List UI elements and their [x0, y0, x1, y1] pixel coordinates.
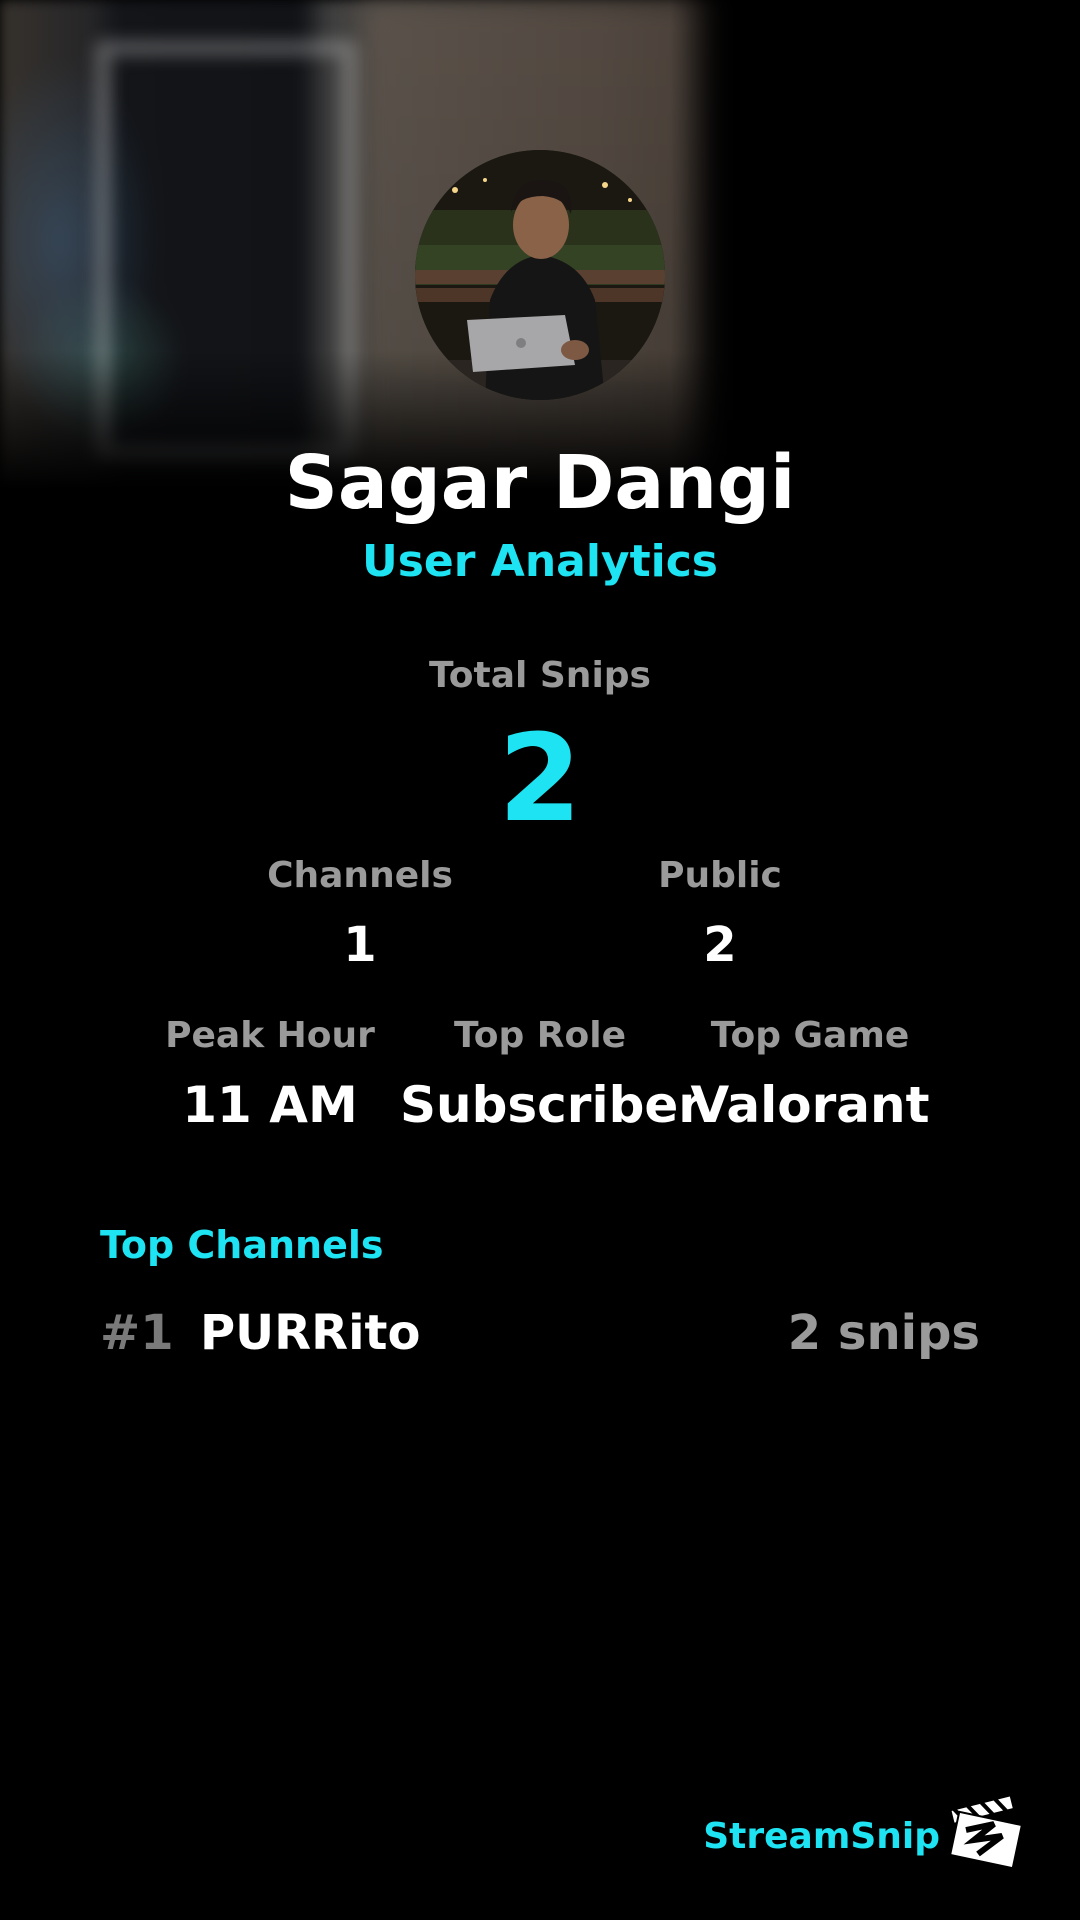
total-snips-label: Total Snips — [429, 655, 651, 696]
list-item: #1 PURRito 2 snips — [100, 1300, 980, 1370]
top-channels-title: Top Channels — [100, 1223, 384, 1267]
channels-label: Channels — [267, 855, 453, 896]
clapperboard-logo-icon — [948, 1790, 1026, 1870]
top-role-stat: Top Role Subscriber — [400, 1012, 703, 1150]
total-snips-value: 2 — [498, 710, 582, 849]
channel-snip-count: 2 snips — [787, 1305, 980, 1361]
public-stat: Public 2 — [600, 852, 840, 990]
top-game-label: Top Game — [710, 1015, 910, 1056]
peak-hour-stat: Peak Hour 11 AM — [150, 1012, 390, 1150]
channel-rank: #1 — [100, 1305, 174, 1361]
avatar-photo — [415, 150, 665, 400]
brand-name: StreamSnip — [703, 1816, 940, 1857]
peak-hour-label: Peak Hour — [165, 1015, 375, 1056]
page-subtitle: User Analytics — [362, 536, 718, 587]
user-name: Sagar Dangi — [284, 440, 796, 526]
channels-stat: Channels 1 — [240, 852, 480, 990]
peak-hour-value: 11 AM — [182, 1076, 358, 1134]
public-label: Public — [658, 855, 782, 896]
top-game-stat: Top Game Valorant — [690, 1012, 930, 1150]
channels-value: 1 — [343, 917, 377, 973]
top-game-value: Valorant — [690, 1076, 930, 1134]
public-value: 2 — [703, 917, 737, 973]
avatar — [415, 150, 665, 400]
top-role-value: Subscriber — [400, 1076, 703, 1134]
channel-name: PURRito — [200, 1305, 421, 1361]
top-role-label: Top Role — [453, 1015, 627, 1056]
